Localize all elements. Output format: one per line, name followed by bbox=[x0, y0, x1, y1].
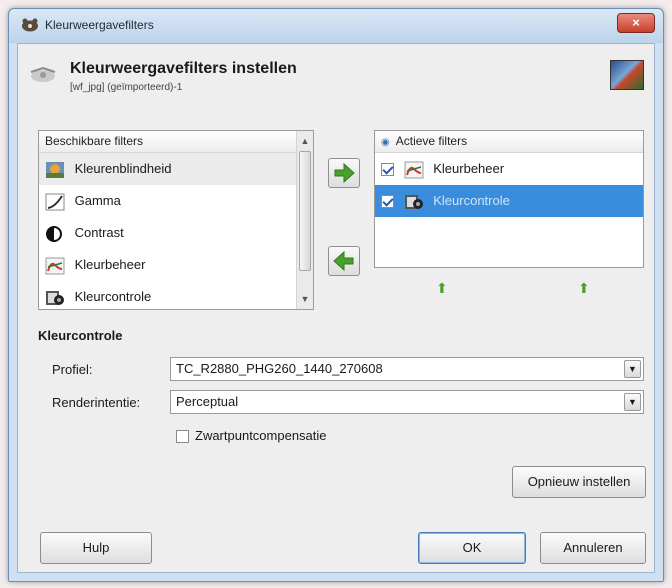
dialog-heading: Kleurweergavefilters instellen bbox=[70, 60, 297, 77]
list-item[interactable]: Kleurcontrole bbox=[375, 185, 643, 217]
list-item[interactable]: Gamma bbox=[39, 185, 296, 217]
list-item[interactable]: Kleurbeheer bbox=[39, 249, 296, 281]
image-thumbnail bbox=[610, 60, 644, 90]
bpc-option[interactable]: Zwartpuntcompensatie bbox=[176, 428, 327, 444]
reset-button[interactable]: Opnieuw instellen bbox=[512, 466, 646, 498]
chevron-down-icon[interactable]: ▼ bbox=[624, 393, 641, 411]
contrast-icon bbox=[46, 225, 62, 242]
gamma-icon bbox=[45, 193, 65, 211]
list-item[interactable]: Kleurenblindheid bbox=[39, 153, 296, 185]
scroll-down-arrow-icon[interactable]: ▼ bbox=[297, 291, 313, 307]
add-filter-button[interactable] bbox=[328, 158, 360, 188]
enable-checkbox[interactable] bbox=[381, 195, 394, 209]
close-button[interactable]: × bbox=[617, 13, 655, 33]
color-management-icon bbox=[45, 257, 65, 275]
gimp-app-icon bbox=[22, 18, 38, 32]
dialog-content: Kleurweergavefilters instellen [wf_jpg] … bbox=[17, 43, 655, 573]
image-name: [wf_jpg] (geïmporteerd)-1 bbox=[70, 82, 183, 93]
move-down-button[interactable]: ⬆ bbox=[578, 280, 590, 297]
move-up-button[interactable]: ⬆ bbox=[436, 280, 448, 297]
arrow-left-icon bbox=[333, 250, 354, 272]
rendering-intent-select[interactable]: Perceptual ▼ bbox=[170, 390, 644, 414]
help-button[interactable]: Hulp bbox=[40, 532, 152, 564]
display-filters-icon bbox=[30, 66, 56, 82]
filter-config-title: Kleurcontrole bbox=[38, 328, 123, 343]
profile-select[interactable]: TC_R2880_PHG260_1440_270608 ▼ bbox=[170, 357, 644, 381]
available-filters-header[interactable]: Beschikbare filters bbox=[39, 131, 296, 153]
available-list-scrollbar[interactable]: ▲ ▼ bbox=[296, 131, 313, 309]
remove-filter-button[interactable] bbox=[328, 246, 360, 276]
available-filters-list[interactable]: Beschikbare filters Kleurenblindheid Gam… bbox=[38, 130, 314, 310]
window-title: Kleurweergavefilters bbox=[45, 18, 154, 32]
proof-icon bbox=[404, 194, 423, 209]
title-bar[interactable]: Kleurweergavefilters × bbox=[9, 9, 663, 43]
rendering-intent-label: Renderintentie: bbox=[52, 395, 141, 410]
scroll-up-arrow-icon[interactable]: ▲ bbox=[297, 133, 313, 149]
cancel-button[interactable]: Annuleren bbox=[540, 532, 646, 564]
enable-checkbox[interactable] bbox=[381, 163, 394, 177]
list-item[interactable]: Kleurcontrole bbox=[39, 281, 296, 313]
color-blindness-icon bbox=[46, 161, 64, 178]
chevron-down-icon[interactable]: ▼ bbox=[624, 360, 641, 378]
list-item[interactable]: Contrast bbox=[39, 217, 296, 249]
dialog-window: Kleurweergavefilters × Kleurweergavefilt… bbox=[8, 8, 664, 582]
arrow-up-icon: ⬆ bbox=[436, 280, 448, 296]
eye-icon: ◉ bbox=[381, 137, 390, 148]
dialog-header: Kleurweergavefilters instellen [wf_jpg] … bbox=[18, 44, 654, 110]
list-item[interactable]: Kleurbeheer bbox=[375, 153, 643, 185]
color-management-icon bbox=[404, 161, 424, 179]
proof-icon bbox=[46, 290, 64, 305]
ok-button[interactable]: OK bbox=[418, 532, 526, 564]
scroll-thumb[interactable] bbox=[299, 151, 311, 271]
arrow-down-icon: ⬆ bbox=[578, 280, 590, 296]
active-filters-list[interactable]: ◉ Actieve filters Kleurbeheer Kleurcontro… bbox=[374, 130, 644, 268]
close-icon: × bbox=[632, 15, 640, 30]
profile-label: Profiel: bbox=[52, 362, 93, 377]
arrow-right-icon bbox=[334, 162, 355, 184]
active-filters-header[interactable]: ◉ Actieve filters bbox=[375, 131, 643, 153]
bpc-checkbox[interactable] bbox=[176, 430, 189, 444]
